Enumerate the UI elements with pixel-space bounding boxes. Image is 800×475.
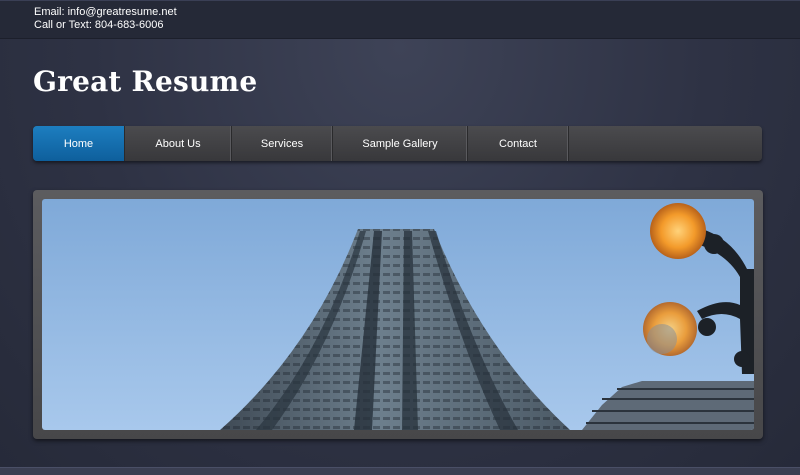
nav-item-home[interactable]: Home — [33, 126, 125, 161]
nav-item-about-us[interactable]: About Us — [125, 126, 232, 161]
skyscraper-image — [42, 199, 754, 430]
contact-info: Email: info@greatresume.net Call or Text… — [34, 6, 177, 32]
top-contact-bar: Email: info@greatresume.net Call or Text… — [0, 0, 800, 39]
nav-item-sample-gallery[interactable]: Sample Gallery — [333, 126, 468, 161]
slider-image[interactable] — [42, 199, 754, 430]
nav-item-contact[interactable]: Contact — [468, 126, 569, 161]
site-title[interactable]: Great Resume — [33, 64, 257, 100]
phone-text[interactable]: Call or Text: 804-683-6006 — [34, 19, 177, 32]
main-nav: Home About Us Services Sample Gallery Co… — [33, 126, 762, 161]
nav-item-services[interactable]: Services — [232, 126, 333, 161]
email-text[interactable]: Email: info@greatresume.net — [34, 6, 177, 19]
lamp-globe-upper — [650, 203, 706, 259]
image-slider — [33, 190, 763, 439]
